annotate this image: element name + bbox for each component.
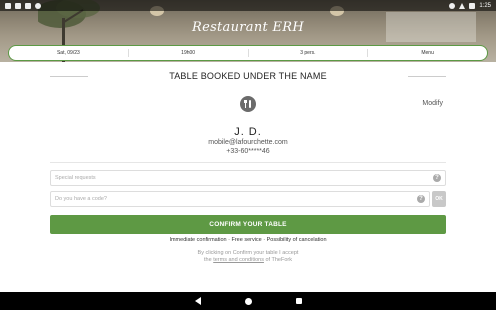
- terms-link[interactable]: terms and conditions: [213, 257, 264, 263]
- terms-notice: By clicking on Confirm your table I acce…: [0, 250, 496, 264]
- modify-link[interactable]: Modify: [422, 100, 443, 107]
- cutlery-icon: [240, 96, 256, 112]
- guest-email: mobile@lafourchette.com: [208, 139, 288, 146]
- home-icon[interactable]: [244, 297, 252, 305]
- help-icon[interactable]: ?: [433, 174, 441, 182]
- guest-name: J. D.: [234, 126, 262, 138]
- special-requests-input[interactable]: [51, 171, 433, 185]
- terms-prefix: the: [204, 257, 212, 263]
- help-icon[interactable]: ?: [417, 195, 425, 203]
- promo-code-input[interactable]: [51, 192, 417, 206]
- menu-link[interactable]: Menu: [368, 49, 487, 57]
- close-notification-icon: [25, 2, 31, 9]
- guest-phone: +33-60*****46: [226, 148, 270, 155]
- terms-suffix: of TheFork: [265, 257, 292, 263]
- booking-time[interactable]: 19h00: [129, 49, 249, 57]
- recent-apps-icon[interactable]: [295, 298, 302, 304]
- divider: [50, 162, 446, 163]
- booking-date[interactable]: Sat, 09/23: [9, 49, 129, 57]
- status-time: 1:25: [479, 2, 491, 9]
- booking-party-size[interactable]: 3 pers.: [249, 49, 369, 57]
- restaurant-name: Restaurant ERH: [191, 20, 304, 35]
- battery-icon: [469, 2, 476, 9]
- status-bar: 1:25: [0, 0, 496, 11]
- android-nav-bar: [0, 292, 496, 310]
- terms-line-1: By clicking on Confirm your table I acce…: [197, 250, 299, 256]
- sync-icon: [35, 2, 41, 9]
- terms-line-2: the terms and conditions of TheFork: [0, 257, 496, 264]
- booking-summary-bar: Sat, 09/23 19h00 3 pers. Menu: [8, 45, 488, 61]
- sim-icon: [15, 2, 21, 9]
- promo-code-field[interactable]: ?: [50, 191, 430, 207]
- back-icon[interactable]: [194, 297, 201, 305]
- confirm-table-button[interactable]: CONFIRM YOUR TABLE: [50, 215, 446, 234]
- section-title: TABLE BOOKED UNDER THE NAME: [50, 71, 446, 81]
- wifi-icon: [459, 2, 466, 9]
- booking-form: TABLE BOOKED UNDER THE NAME Modify J. D.…: [0, 62, 496, 292]
- app-icon: [5, 2, 11, 9]
- location-icon: [449, 2, 456, 9]
- special-requests-field[interactable]: ?: [50, 170, 446, 186]
- apply-code-button[interactable]: OK: [432, 191, 446, 207]
- benefits-text: Immediate confirmation · Free service · …: [169, 237, 327, 243]
